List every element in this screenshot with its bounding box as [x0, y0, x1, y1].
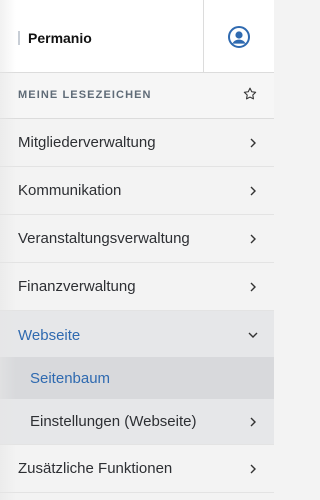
nav-item-label: Finanzverwaltung	[18, 278, 136, 295]
chevron-right-icon	[250, 234, 256, 243]
nav-item-finanzverwaltung[interactable]: Finanzverwaltung	[0, 263, 274, 311]
user-account-button[interactable]	[204, 0, 274, 73]
chevron-right-icon	[250, 186, 256, 195]
app-header: Permanio	[0, 0, 274, 73]
subnav-item-seitenbaum[interactable]: Seitenbaum	[0, 357, 274, 399]
nav-item-label: Mitgliederverwaltung	[18, 134, 156, 151]
logo-text: Permanio	[28, 30, 92, 46]
user-circle-icon	[228, 25, 250, 48]
subnav-item-einstellungen-webseite[interactable]: Einstellungen (Webseite)	[0, 399, 274, 445]
chevron-right-icon	[250, 464, 256, 473]
chevron-right-icon	[250, 138, 256, 147]
chevron-right-icon	[250, 282, 256, 291]
chevron-right-icon	[250, 417, 256, 426]
nav-item-label: Veranstaltungsverwaltung	[18, 230, 190, 247]
nav-item-kommunikation[interactable]: Kommunikation	[0, 167, 274, 215]
nav-item-zusaetzliche-funktionen[interactable]: Zusätzliche Funktionen	[0, 445, 274, 493]
nav-item-veranstaltungsverwaltung[interactable]: Veranstaltungsverwaltung	[0, 215, 274, 263]
nav-item-label: Webseite	[18, 326, 81, 344]
subnav-item-label: Einstellungen (Webseite)	[30, 413, 197, 430]
logo-mark	[18, 31, 20, 45]
subnav-item-label: Seitenbaum	[30, 369, 111, 387]
chevron-down-icon	[248, 332, 258, 338]
star-outline-icon[interactable]	[242, 86, 258, 102]
nav-item-label: Zusätzliche Funktionen	[18, 460, 173, 477]
nav-item-label: Kommunikation	[18, 182, 122, 199]
bookmarks-section: MEINE LESEZEICHEN	[0, 73, 274, 119]
bookmarks-label: MEINE LESEZEICHEN	[18, 89, 152, 101]
nav-item-mitgliederverwaltung[interactable]: Mitgliederverwaltung	[0, 119, 274, 167]
nav-item-webseite[interactable]: Webseite	[0, 311, 274, 359]
logo[interactable]: Permanio	[18, 18, 106, 58]
